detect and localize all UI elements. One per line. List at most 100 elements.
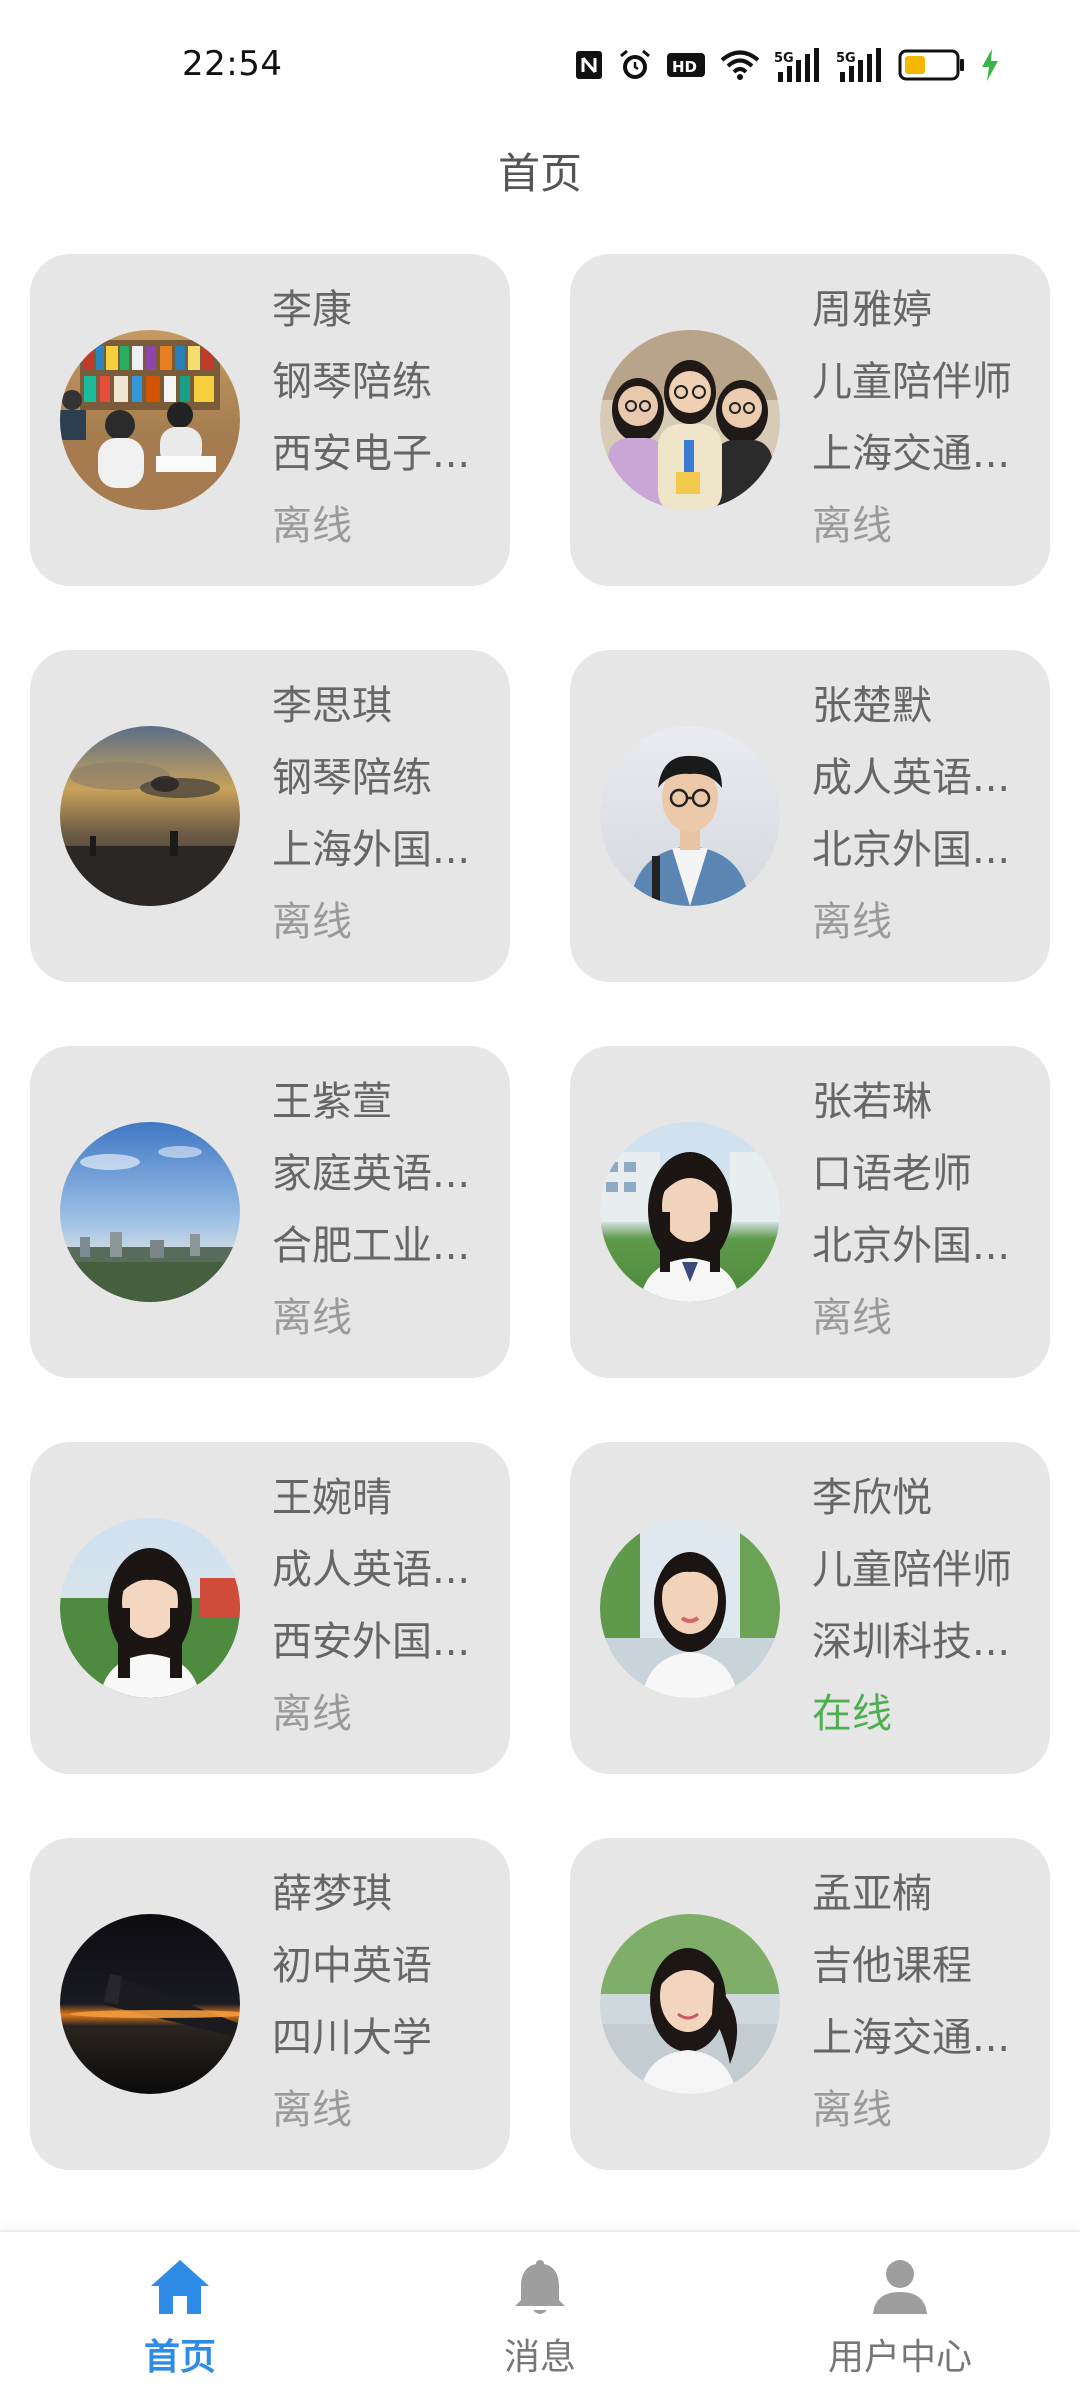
teacher-info: 张楚默 成人英语... 北京外国... 离线 [812,670,1032,958]
avatar [60,330,240,510]
teacher-status: 离线 [272,2087,352,2133]
teacher-status: 离线 [812,1295,892,1341]
young-man-photo-icon [600,726,780,906]
teacher-course: 成人英语... [272,1547,471,1593]
teacher-name: 李思琪 [272,683,392,729]
svg-text:5G: 5G [774,51,794,66]
teacher-course: 吉他课程 [812,1943,972,1989]
woman-portrait-photo-icon [600,1518,780,1698]
teacher-school: 四川大学 [272,2015,432,2061]
teacher-course: 儿童陪伴师 [812,1547,1012,1593]
library-photo-icon [60,330,240,510]
avatar [600,1914,780,2094]
nav-messages[interactable]: 消息 [440,2254,640,2384]
avatar [600,330,780,510]
avatar [600,1518,780,1698]
teacher-school: 上海交通... [812,431,1011,477]
nav-messages-label: 消息 [503,2337,576,2378]
teacher-course: 钢琴陪练 [272,359,432,405]
avatar [600,726,780,906]
teacher-card[interactable]: 李康 钢琴陪练 西安电子... 离线 [30,254,510,586]
nfc-icon [576,51,602,79]
teacher-info: 李康 钢琴陪练 西安电子... 离线 [272,274,492,562]
home-screen: 22:54 HD 5G 5G 首页 李康 钢琴陪练 西安电子... 离线 周雅婷… [0,0,1080,2400]
three-women-photo-icon [600,330,780,510]
teacher-school: 西安电子... [272,431,471,477]
airplane-wing-photo-icon [60,1914,240,2094]
avatar [600,1122,780,1302]
teacher-status: 离线 [272,1691,352,1737]
teacher-card[interactable]: 王紫萱 家庭英语... 合肥工业... 离线 [30,1046,510,1378]
teacher-info: 李思琪 钢琴陪练 上海外国... 离线 [272,670,492,958]
teacher-course: 钢琴陪练 [272,755,432,801]
teacher-name: 王婉晴 [272,1475,392,1521]
teacher-card[interactable]: 王婉晴 成人英语... 西安外国... 离线 [30,1442,510,1774]
nav-user-center[interactable]: 用户中心 [800,2254,1000,2384]
girl-portrait-photo-icon [600,1914,780,2094]
sunset-sky-photo-icon [60,726,240,906]
teacher-info: 周雅婷 儿童陪伴师 上海交通... 离线 [812,274,1032,562]
teacher-course: 家庭英语... [272,1151,471,1197]
teacher-status: 离线 [272,1295,352,1341]
bell-icon [515,2260,565,2314]
teacher-course: 口语老师 [812,1151,972,1197]
svg-text:5G: 5G [836,51,856,66]
status-icons: HD 5G 5G [574,48,1000,82]
nav-user-center-label: 用户中心 [827,2337,972,2378]
avatar [60,1518,240,1698]
status-bar: 22:54 HD 5G 5G [0,0,1080,130]
teacher-status: 离线 [272,503,352,549]
teacher-school: 深圳科技... [812,1619,1011,1665]
city-sky-photo-icon [60,1122,240,1302]
teacher-name: 薛梦琪 [272,1871,392,1917]
battery-icon [898,49,964,81]
teacher-card[interactable]: 薛梦琪 初中英语 四川大学 离线 [30,1838,510,2170]
teacher-school: 北京外国... [812,827,1011,873]
teacher-info: 孟亚楠 吉他课程 上海交通... 离线 [812,1858,1032,2146]
teacher-course: 初中英语 [272,1943,432,1989]
bottom-nav: 首页 消息 用户中心 [0,2230,1080,2400]
signal-5g-icon: 5G [836,48,881,82]
avatar [60,1914,240,2094]
teacher-info: 薛梦琪 初中英语 四川大学 离线 [272,1858,492,2146]
page-title: 首页 [497,149,582,198]
teacher-name: 王紫萱 [272,1079,392,1125]
teacher-card[interactable]: 李思琪 钢琴陪练 上海外国... 离线 [30,650,510,982]
teacher-course: 儿童陪伴师 [812,359,1012,405]
teacher-card[interactable]: 周雅婷 儿童陪伴师 上海交通... 离线 [570,254,1050,586]
nav-home-label: 首页 [143,2337,216,2378]
home-icon [151,2260,209,2314]
teacher-card[interactable]: 李欣悦 儿童陪伴师 深圳科技... 在线 [570,1442,1050,1774]
avatar [60,1122,240,1302]
teacher-name: 张若琳 [812,1079,932,1125]
teacher-card[interactable]: 张楚默 成人英语... 北京外国... 离线 [570,650,1050,982]
charging-icon [982,49,998,81]
girl-portrait-photo-icon [600,1122,780,1302]
teacher-info: 王紫萱 家庭英语... 合肥工业... 离线 [272,1066,492,1354]
girl-portrait-photo-icon [60,1518,240,1698]
signal-5g-icon: 5G [774,48,819,82]
nav-home[interactable]: 首页 [80,2254,280,2384]
teacher-name: 周雅婷 [812,287,932,333]
teacher-school: 合肥工业... [272,1223,471,1269]
wifi-icon [720,50,760,80]
teacher-school: 上海交通... [812,2015,1011,2061]
status-time: 22:54 [182,44,283,84]
avatar [60,726,240,906]
user-icon [873,2260,927,2314]
teacher-status: 离线 [812,503,892,549]
teacher-status: 离线 [812,2087,892,2133]
teacher-info: 王婉晴 成人英语... 西安外国... 离线 [272,1462,492,1750]
teacher-name: 李康 [272,287,352,333]
svg-text:HD: HD [672,58,697,76]
teacher-card[interactable]: 张若琳 口语老师 北京外国... 离线 [570,1046,1050,1378]
teacher-card[interactable]: 孟亚楠 吉他课程 上海交通... 离线 [570,1838,1050,2170]
teacher-status: 在线 [812,1691,892,1737]
teacher-school: 上海外国... [272,827,471,873]
teacher-school: 西安外国... [272,1619,471,1665]
teacher-status: 离线 [812,899,892,945]
teacher-name: 孟亚楠 [812,1871,932,1917]
teacher-school: 北京外国... [812,1223,1011,1269]
teacher-info: 李欣悦 儿童陪伴师 深圳科技... 在线 [812,1462,1032,1750]
teacher-name: 张楚默 [812,683,932,729]
